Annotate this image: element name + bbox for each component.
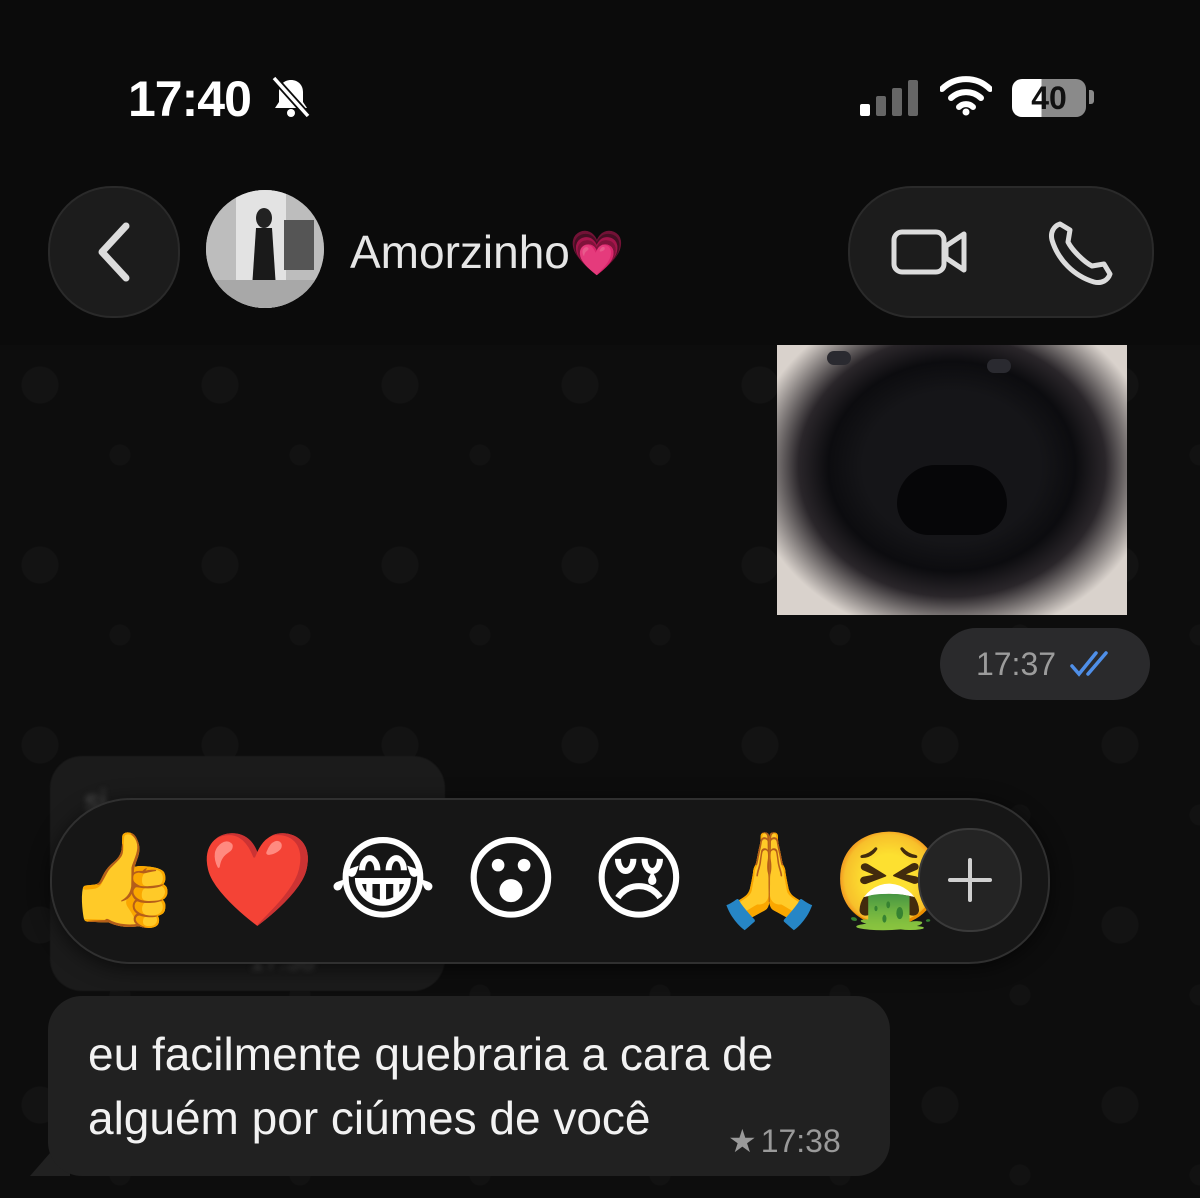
cellular-signal-icon: [860, 80, 918, 116]
contact-name[interactable]: Amorzinho💗: [350, 225, 625, 279]
reaction-thumbs-up[interactable]: 👍: [66, 830, 181, 930]
reaction-heart[interactable]: ❤️: [200, 830, 315, 930]
reaction-pray[interactable]: 🙏: [712, 830, 827, 930]
reaction-laughing[interactable]: 😂: [328, 830, 438, 930]
battery-tip: [1089, 90, 1094, 104]
video-call-icon[interactable]: [890, 220, 970, 284]
dog-eye: [987, 359, 1011, 373]
contact-avatar[interactable]: [206, 190, 324, 308]
chevron-left-icon: [98, 222, 130, 282]
message-time: 17:38: [760, 1122, 841, 1159]
wifi-icon: [940, 76, 992, 116]
star-icon: ★: [728, 1123, 757, 1159]
sent-image-message[interactable]: [777, 345, 1127, 615]
contact-name-text: Amorzinho: [350, 226, 570, 278]
message-meta: ★ 17:38: [728, 1122, 841, 1160]
call-actions: [848, 186, 1154, 318]
reaction-crying[interactable]: 😢: [584, 830, 694, 930]
avatar-photo: [206, 190, 324, 308]
reaction-surprised[interactable]: 😮: [456, 830, 566, 930]
phone-call-icon[interactable]: [1046, 218, 1116, 288]
reaction-picker: 👍 ❤️ 😂 😮 😢 🙏 🤮: [50, 798, 1050, 964]
message-time: 17:37: [975, 645, 1057, 682]
pink-heart-emoji: 💗: [569, 229, 625, 278]
back-button[interactable]: [48, 186, 180, 318]
plus-icon: [948, 858, 992, 902]
status-time: 17:40: [128, 71, 252, 127]
dog-nose: [897, 465, 1007, 535]
chat-header: Amorzinho💗: [0, 160, 1200, 346]
dog-eye: [827, 351, 851, 365]
silent-bell-icon: [271, 75, 311, 119]
image-timestamp: 17:37: [940, 628, 1150, 700]
more-reactions-button[interactable]: [918, 828, 1022, 932]
double-check-read-icon: [1070, 651, 1108, 677]
battery-indicator: 40: [1012, 79, 1086, 117]
